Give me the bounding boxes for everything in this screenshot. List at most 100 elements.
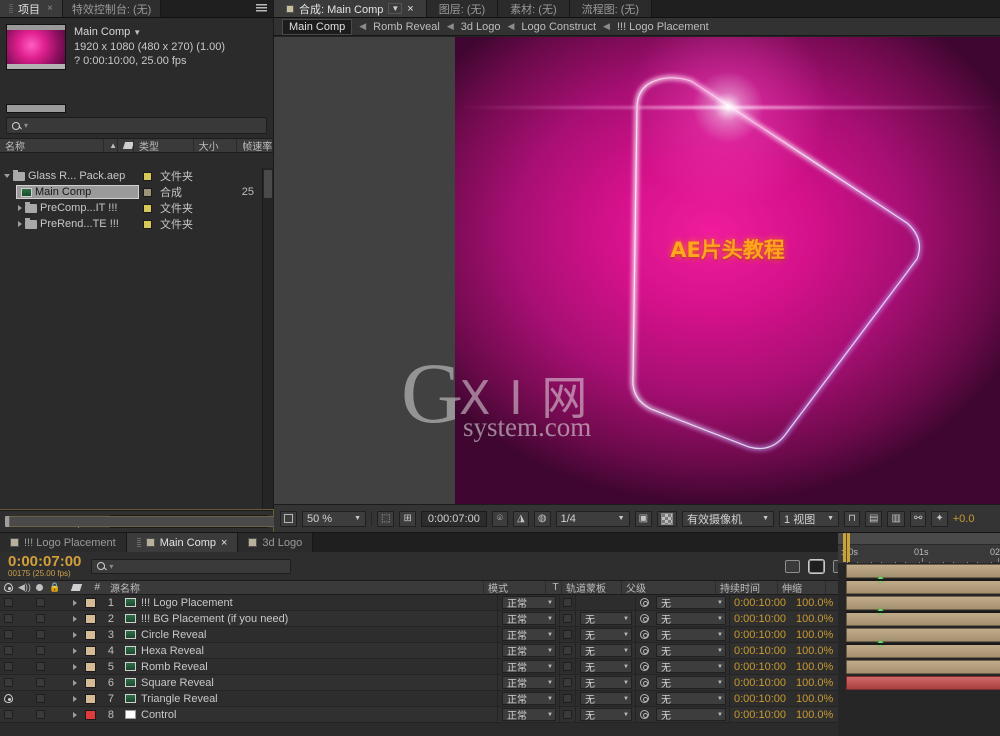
thumbnail-scrub-bar[interactable] (6, 104, 66, 113)
preserve-transparency-switch[interactable] (563, 694, 572, 703)
layer-duration[interactable]: 0:00:10:00 (730, 707, 792, 722)
parent-select[interactable]: 无 ▼ (656, 644, 726, 657)
track-matte-select[interactable]: 无 ▼ (580, 660, 632, 673)
track-matte-select[interactable]: 无 ▼ (580, 612, 632, 625)
preserve-transparency-switch[interactable] (563, 678, 572, 687)
tab-effect-controls[interactable]: 特效控制台: (无) (63, 0, 161, 17)
composition-stage[interactable]: AE片头教程 G X I 网 system.com (274, 37, 1000, 504)
region-of-interest-icon[interactable]: ⬚ (377, 511, 394, 527)
disclosure-triangle-open-icon[interactable] (4, 174, 10, 178)
timecode-block[interactable]: 0:00:07:00 00175 (25.00 fps) (0, 554, 81, 579)
layer-duration-bar[interactable] (846, 596, 1000, 610)
tab-flowchart[interactable]: 流程图: (无) (570, 0, 652, 17)
preserve-transparency-switch[interactable] (563, 630, 572, 639)
project-row-label-swatch[interactable] (139, 220, 155, 229)
tab-timeline-3d-logo[interactable]: 3d Logo (238, 533, 313, 552)
project-row-aep[interactable]: Glass R... Pack.aep 文件夹 (0, 168, 262, 184)
layer-stretch[interactable]: 100.0% (792, 675, 840, 690)
layer-label-swatch[interactable] (85, 678, 96, 688)
disclosure-triangle-closed-icon[interactable] (73, 696, 77, 702)
parent-select[interactable]: 无 ▼ (656, 692, 726, 705)
column-header-size[interactable]: 大小 (194, 139, 238, 152)
layer-duration[interactable]: 0:00:10:00 (730, 643, 792, 658)
layer-duration-bar[interactable] (846, 660, 1000, 674)
mode-select[interactable]: 正常 ▼ (502, 692, 556, 705)
composition-canvas[interactable]: AE片头教程 (455, 37, 1000, 504)
column-header-t[interactable]: T (546, 581, 562, 594)
timeline-graph-area[interactable]: :00s 01s 02 (838, 533, 1000, 736)
mode-select[interactable]: 正常 ▼ (502, 612, 556, 625)
layer-duration-bar[interactable] (846, 644, 1000, 658)
project-row-precomp-folder[interactable]: PreComp...IT !!! 文件夹 (0, 200, 262, 216)
pixel-aspect-correction-icon[interactable]: ⊓ (844, 511, 860, 527)
layer-stretch[interactable]: 100.0% (792, 659, 840, 674)
project-vertical-scrollbar[interactable] (262, 168, 273, 510)
disclosure-triangle-closed-icon[interactable] (73, 600, 77, 606)
panel-menu-button[interactable] (250, 0, 273, 17)
mode-select[interactable]: 正常 ▼ (502, 676, 556, 689)
breadcrumb-item-3d-logo[interactable]: 3d Logo (461, 21, 501, 33)
preserve-transparency-switch[interactable] (563, 662, 572, 671)
tab-layer[interactable]: 图层: (无) (427, 0, 498, 17)
channel-rgb-icon[interactable]: ◍ (534, 511, 551, 527)
video-switch[interactable] (4, 598, 13, 607)
layer-duration-bar[interactable] (846, 612, 1000, 626)
layer-stretch[interactable]: 100.0% (792, 643, 840, 658)
layer-label-swatch[interactable] (85, 694, 96, 704)
track-matte-select[interactable]: 无 ▼ (580, 676, 632, 689)
snapshot-camera-icon[interactable]: ⌾ (492, 511, 508, 527)
project-row-label-swatch[interactable] (139, 204, 155, 213)
current-time-field[interactable]: 0:00:07:00 (421, 511, 487, 527)
parent-pickwhip-icon[interactable] (640, 694, 649, 703)
video-switch[interactable] (4, 678, 13, 687)
layer-duration[interactable]: 0:00:10:00 (730, 611, 792, 626)
track-matte-select[interactable]: 无 ▼ (580, 628, 632, 641)
parent-select[interactable]: 无 ▼ (656, 660, 726, 673)
layer-duration-bar[interactable] (846, 676, 1000, 690)
lock-switch[interactable] (36, 710, 45, 719)
preserve-transparency-switch[interactable] (563, 614, 572, 623)
lock-switch[interactable] (36, 694, 45, 703)
lock-switch[interactable] (36, 614, 45, 623)
layer-label-swatch[interactable] (85, 710, 96, 720)
lock-switch[interactable] (36, 646, 45, 655)
exposure-value[interactable]: +0.0 (953, 513, 975, 525)
project-search-input[interactable]: ▾ (6, 117, 267, 134)
chevron-down-icon[interactable]: ▼ (388, 3, 402, 14)
disclosure-triangle-closed-icon[interactable] (73, 648, 77, 654)
time-navigator-bar[interactable] (838, 533, 1000, 545)
video-switch[interactable] (4, 662, 13, 671)
column-header-source-name[interactable]: 源名称 (106, 581, 484, 594)
tab-footage[interactable]: 素材: (无) (498, 0, 569, 17)
column-header-type[interactable]: 类型 (134, 139, 194, 152)
parent-select[interactable]: 无 ▼ (656, 676, 726, 689)
project-row-label-swatch[interactable] (139, 172, 155, 181)
parent-pickwhip-icon[interactable] (640, 710, 649, 719)
column-header-track-matte[interactable]: 轨道蒙板 (562, 581, 622, 594)
layer-label-swatch[interactable] (85, 614, 96, 624)
project-row-label-swatch[interactable] (139, 188, 155, 197)
always-preview-icon[interactable] (280, 511, 297, 527)
show-snapshot-icon[interactable]: ◮ (513, 511, 529, 527)
eye-icon[interactable] (4, 694, 13, 703)
track-matte-select[interactable]: 无 ▼ (580, 708, 632, 721)
view-count-select[interactable]: 1 视图 ▼ (779, 511, 839, 527)
comp-flowchart-icon[interactable]: ⚯ (910, 511, 926, 527)
layer-label-swatch[interactable] (85, 646, 96, 656)
parent-select[interactable]: 无 ▼ (656, 612, 726, 625)
column-header-mode[interactable]: 模式 (484, 581, 546, 594)
video-switch[interactable] (4, 646, 13, 655)
layer-stretch[interactable]: 100.0% (792, 627, 840, 642)
tab-project[interactable]: 项目 × (0, 0, 63, 17)
lock-switch[interactable] (36, 630, 45, 639)
column-sort-ascending-icon[interactable]: ▲ (104, 139, 118, 152)
layer-duration-bar[interactable] (846, 628, 1000, 642)
column-header-duration[interactable]: 持续时间 (716, 581, 778, 594)
video-switch[interactable] (4, 710, 13, 719)
mode-select[interactable]: 正常 ▼ (502, 644, 556, 657)
parent-select[interactable]: 无 ▼ (656, 708, 726, 721)
breadcrumb-item-logo-construct[interactable]: Logo Construct (521, 21, 596, 33)
preserve-transparency-switch[interactable] (563, 710, 572, 719)
video-switch[interactable] (4, 614, 13, 623)
column-header-name[interactable]: 名称 (0, 139, 104, 152)
